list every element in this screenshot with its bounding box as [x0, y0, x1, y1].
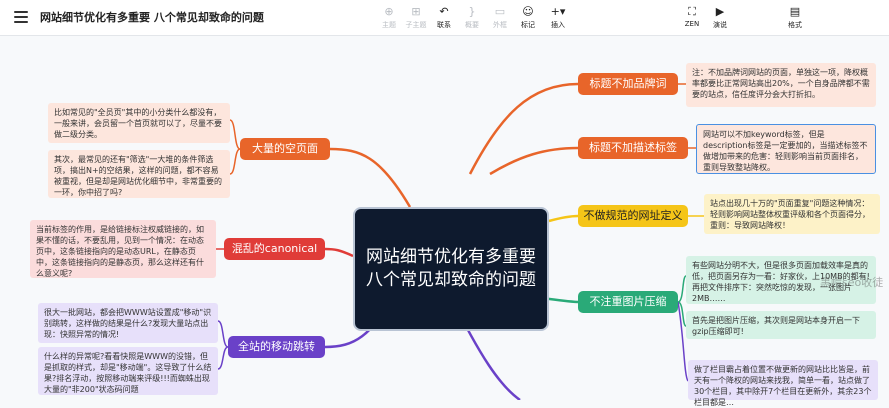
- note-mobile-1[interactable]: 很大一批网站，都会把WWW站设置成"移动"识别跳转，这样做的结果是什么?发现大量…: [38, 303, 218, 343]
- insert-icon: +▾: [550, 5, 566, 18]
- note-empty-pages-1[interactable]: 比如常见的"全员页"其中的小分类什么都没有，一般来讲，会员留一个首页就可以了，尽…: [48, 103, 230, 143]
- format-icon: ▤: [789, 5, 801, 18]
- branch-line-url: [548, 214, 579, 223]
- connector-images-notes: [677, 275, 687, 327]
- topic-empty-pages[interactable]: 大量的空页面: [240, 138, 330, 160]
- format-panel-button[interactable]: ▤ 格式: [778, 5, 812, 30]
- topic-mobile-redirect[interactable]: 全站的移动跳转: [228, 336, 325, 358]
- mindmap-canvas[interactable]: 网站细节优化有多重要 八个常见却致命的问题 标题不加品牌词 标题不加描述标签 不…: [0, 36, 889, 407]
- marker-icon: ☺: [522, 5, 534, 18]
- branch-line-canonical: [324, 247, 354, 258]
- pitch-mode-label: 演说: [713, 21, 727, 29]
- connector-space-notes: [229, 119, 241, 175]
- note-images-2[interactable]: 首先是把图片压缩，其次则是网站本身开启一下gzip压缩即可!: [686, 311, 876, 339]
- note-description[interactable]: 网站可以不加keyword标签，但是description标签是一定要加的，当描…: [696, 124, 876, 174]
- central-topic[interactable]: 网站细节优化有多重要 八个常见却致命的问题: [353, 207, 549, 331]
- hamburger-menu-icon[interactable]: [14, 11, 28, 23]
- pitch-mode-button[interactable]: ▶ 演说: [703, 5, 737, 30]
- topic-canonical[interactable]: 混乱的canonical: [224, 238, 325, 260]
- topic-images[interactable]: 不注重图片压缩: [578, 291, 678, 313]
- note-empty-pages-2[interactable]: 其次，最常见的还有"筛选"一大堆的条件筛选项，搞出N+的空结果，这样的问题，都不…: [48, 150, 230, 198]
- note-brand[interactable]: 注：不加品牌词网站的页面，单独这一项，降权概率都要比正常网站高出20%，一个自身…: [686, 63, 876, 107]
- format-panel-label: 格式: [788, 21, 802, 29]
- insert-tool-label: 插入: [551, 21, 565, 29]
- pitch-icon: ▶: [715, 5, 725, 18]
- topic-title-desc[interactable]: 标题不加描述标签: [578, 137, 688, 159]
- branch-line-space: [329, 147, 412, 208]
- note-url[interactable]: 站点出现几十万的"页面重复"问题这种情况：轻则影响网站整体权重评级和各个页面得分…: [704, 194, 880, 234]
- marker-tool-label: 标记: [521, 21, 535, 29]
- connector-mobile-notes: [217, 320, 229, 370]
- branch-line-title-desc: [489, 146, 579, 176]
- document-title: 网站细节优化有多重要 八个常见却致命的问题: [40, 11, 264, 24]
- topic-title-brand[interactable]: 标题不加品牌词: [578, 73, 678, 95]
- note-canonical[interactable]: 当前标签的作用，是给链接标注权威链接的，如果不懂的话，不要乱用，见到一个情况：在…: [30, 220, 216, 278]
- note-images-3[interactable]: 做了栏目霸占着位置不做更新的网站比比皆是，前天有一个降权的网站来找我，简单一看，…: [688, 360, 878, 407]
- marker-tool-button[interactable]: ☺ 标记: [511, 5, 545, 30]
- insert-tool-button[interactable]: +▾ 插入: [541, 5, 575, 30]
- top-toolbar: 网站细节优化有多重要 八个常见却致命的问题 ⊕ 主题 ⊞ 子主题 ↶ 联系 } …: [0, 0, 889, 36]
- note-mobile-2[interactable]: 什么样的异常呢?看看快照是WWW的没错，但是抓取的样式，却是"移动端"。这导致了…: [38, 347, 218, 395]
- branch-line-title-brand: [468, 82, 579, 175]
- topic-url[interactable]: 不做规范的网址定义: [578, 205, 688, 227]
- watermark-text: 黑帽seo收徒: [820, 276, 884, 289]
